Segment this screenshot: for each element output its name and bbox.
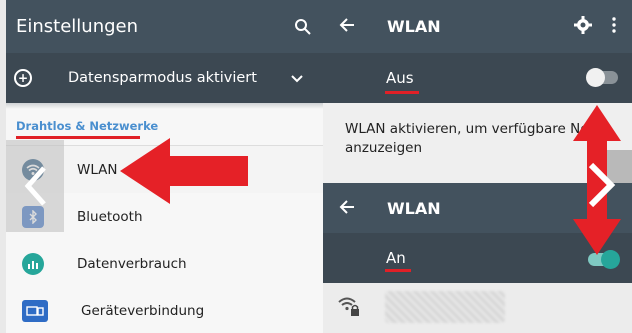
- chevron-left-icon: [24, 166, 46, 206]
- data-saver-icon: +: [14, 69, 32, 87]
- back-arrow-icon[interactable]: [339, 199, 359, 218]
- gear-icon[interactable]: [574, 15, 594, 38]
- swipe-back-hint: [6, 140, 64, 232]
- settings-item-label: Datenverbrauch: [77, 255, 187, 272]
- more-options-icon[interactable]: [612, 16, 618, 37]
- switch-knob: [586, 68, 605, 87]
- data-saver-text: Datensparmodus aktiviert: [68, 70, 257, 86]
- network-list-item[interactable]: [323, 283, 632, 333]
- wlan-toggle-label: Aus: [386, 69, 414, 87]
- red-double-arrow-icon: [573, 105, 621, 255]
- settings-title: Einstellungen: [16, 16, 139, 37]
- screenshot-stage: Einstellungen + Datensparmodus aktiviert…: [0, 0, 632, 333]
- data-usage-icon: [22, 252, 44, 275]
- wifi-locked-icon: [337, 295, 361, 321]
- blurred-network-name: [385, 291, 505, 323]
- chevron-down-icon[interactable]: [290, 69, 312, 88]
- data-saver-bar[interactable]: + Datensparmodus aktiviert: [6, 53, 324, 103]
- wlan-toggle-bar-off[interactable]: Aus: [323, 53, 632, 103]
- settings-item-device-connection[interactable]: Geräteverbindung: [6, 287, 324, 333]
- wlan-switch-off[interactable]: [586, 68, 618, 87]
- device-connection-icon: [22, 299, 48, 322]
- toggle-label-underline: [385, 91, 419, 94]
- wlan-app-bar: WLAN: [323, 0, 632, 53]
- toggle-label-underline: [385, 269, 411, 272]
- settings-item-label: Geräteverbindung: [81, 302, 205, 319]
- wlan-toggle-label: An: [386, 249, 406, 267]
- settings-item-data-usage[interactable]: Datenverbrauch: [6, 240, 324, 287]
- settings-item-label: Bluetooth: [77, 208, 143, 225]
- section-label: Drahtlos & Netzwerke: [16, 119, 159, 133]
- settings-item-label: WLAN: [77, 161, 118, 178]
- wlan-title: WLAN: [387, 17, 441, 36]
- search-icon[interactable]: [292, 16, 314, 38]
- red-arrow-left-icon: [120, 138, 248, 204]
- settings-app-bar: Einstellungen: [6, 0, 324, 53]
- back-arrow-icon[interactable]: [339, 17, 359, 36]
